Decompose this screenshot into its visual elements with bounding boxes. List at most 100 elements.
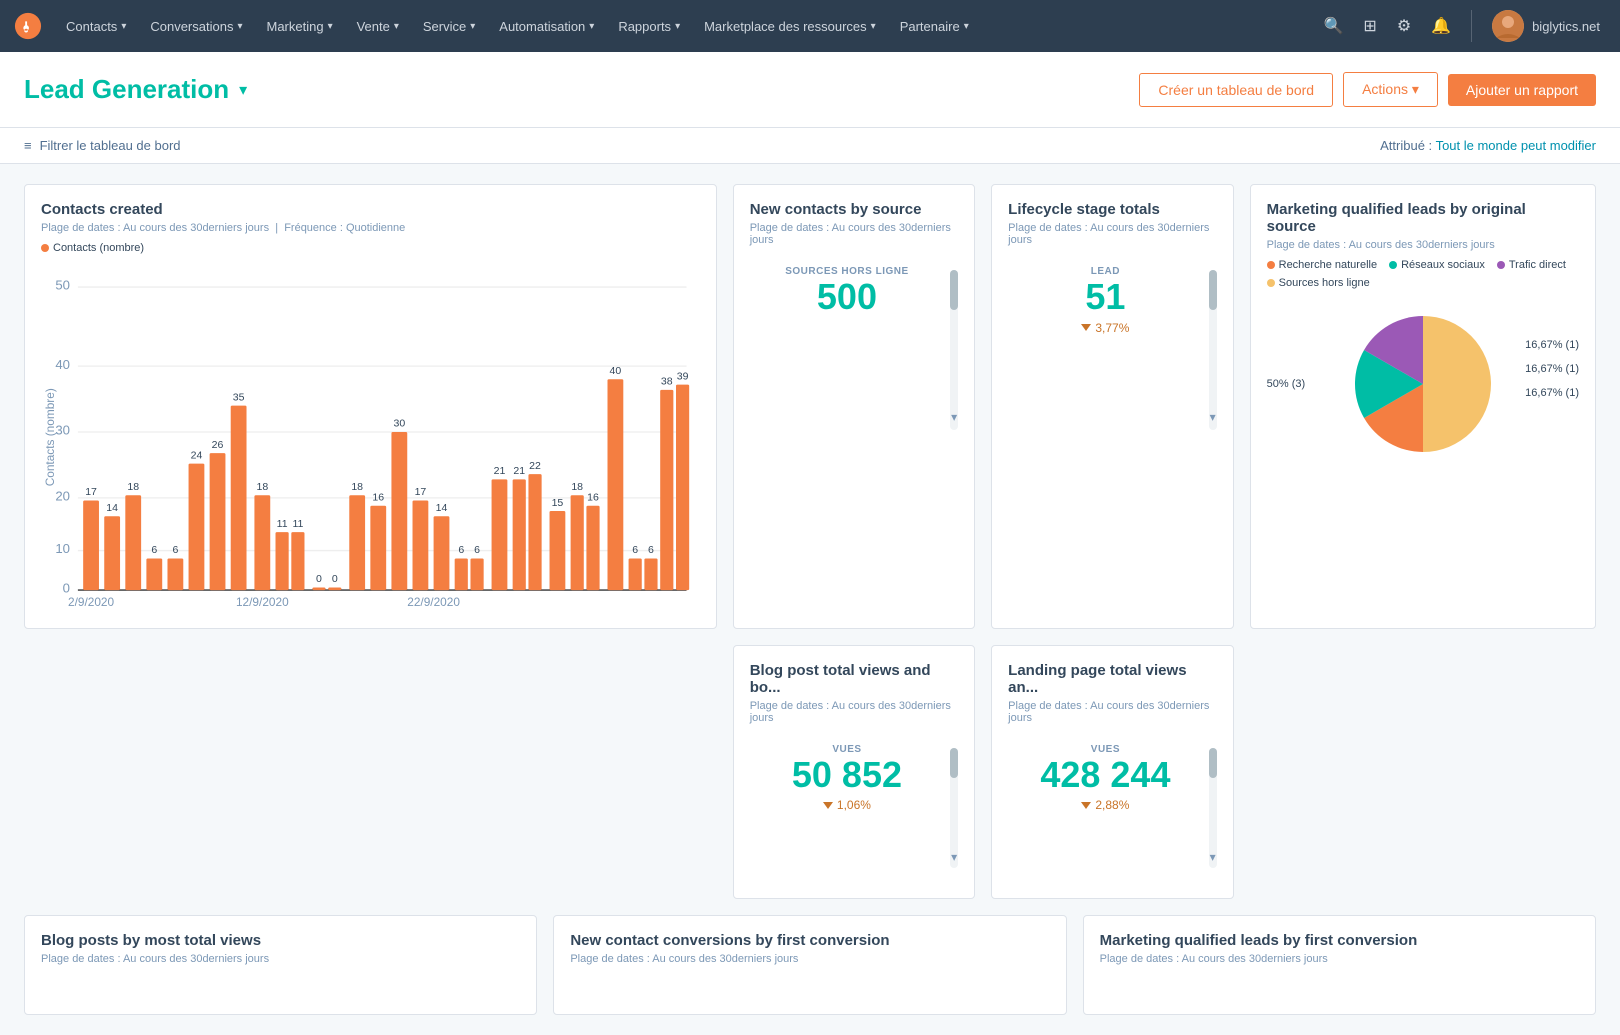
svg-text:17: 17 <box>415 486 427 498</box>
svg-text:21: 21 <box>513 465 525 477</box>
svg-text:6: 6 <box>172 544 178 556</box>
legend-item: Réseaux sociaux <box>1389 259 1485 271</box>
metric-value: 51 <box>1008 277 1202 317</box>
svg-text:24: 24 <box>191 449 203 461</box>
card-title: Landing page total views an... <box>1008 662 1216 696</box>
svg-text:Contacts (nombre): Contacts (nombre) <box>43 388 57 486</box>
nav-automatisation[interactable]: Automatisation ▾ <box>489 13 604 40</box>
chevron-down-icon: ▾ <box>675 21 680 32</box>
pie-chart <box>1338 299 1508 469</box>
chevron-down-icon: ▾ <box>871 21 876 32</box>
svg-text:6: 6 <box>648 544 654 556</box>
hubspot-logo[interactable] <box>12 10 44 42</box>
svg-text:14: 14 <box>106 502 118 514</box>
legend-dot <box>41 244 49 252</box>
legend-dot <box>1267 279 1275 287</box>
svg-text:20: 20 <box>55 489 70 504</box>
actions-button[interactable]: Actions ▾ <box>1343 72 1438 107</box>
header-actions: Créer un tableau de bord Actions ▾ Ajout… <box>1139 72 1596 107</box>
metric-value: 428 244 <box>1008 755 1202 795</box>
create-dashboard-button[interactable]: Créer un tableau de bord <box>1139 73 1333 107</box>
svg-text:11: 11 <box>277 518 288 530</box>
card-subtitle: Plage de dates : Au cours des 30derniers… <box>750 222 958 246</box>
svg-text:40: 40 <box>610 365 622 377</box>
metric-change: 1,06% <box>750 798 944 812</box>
svg-text:6: 6 <box>632 544 638 556</box>
nav-conversations[interactable]: Conversations ▾ <box>140 13 252 40</box>
legend-item: Sources hors ligne <box>1267 277 1370 289</box>
card-title: Lifecycle stage totals <box>1008 201 1216 218</box>
svg-text:2/9/2020: 2/9/2020 <box>68 595 115 609</box>
svg-text:11: 11 <box>292 518 303 530</box>
notification-icon[interactable]: 🔔 <box>1423 10 1459 42</box>
nav-icon-group: 🔍 ⊞ ⚙ 🔔 <box>1315 10 1459 42</box>
landing-views-card: Landing page total views an... Plage de … <box>991 645 1233 899</box>
svg-text:26: 26 <box>212 439 224 451</box>
bottom-card-3: Marketing qualified leads by first conve… <box>1083 915 1596 1015</box>
contacts-created-card: Contacts created Plage de dates : Au cou… <box>24 184 717 629</box>
attribution-link[interactable]: Tout le monde peut modifier <box>1436 138 1596 153</box>
card-subtitle: Plage de dates : Au cours des 30derniers… <box>750 700 958 724</box>
nav-partenaire[interactable]: Partenaire ▾ <box>890 13 979 40</box>
legend-contacts: Contacts (nombre) <box>41 242 144 254</box>
chevron-down-icon: ▾ <box>237 21 242 32</box>
svg-text:38: 38 <box>661 376 673 388</box>
bottom-row: Blog posts by most total views Plage de … <box>24 915 1596 1015</box>
card-title: Contacts created <box>41 201 700 218</box>
new-contacts-card: New contacts by source Plage de dates : … <box>733 184 975 629</box>
bottom-card-2: New contact conversions by first convers… <box>553 915 1066 1015</box>
nav-service[interactable]: Service ▾ <box>413 13 485 40</box>
chevron-down-icon: ▾ <box>964 21 969 32</box>
title-dropdown-icon[interactable]: ▾ <box>239 80 247 100</box>
nav-rapports[interactable]: Rapports ▾ <box>608 13 690 40</box>
search-icon[interactable]: 🔍 <box>1315 10 1351 42</box>
nav-contacts[interactable]: Contacts ▾ <box>56 13 136 40</box>
svg-text:30: 30 <box>393 418 405 430</box>
svg-text:0: 0 <box>316 573 322 585</box>
svg-text:16: 16 <box>372 492 384 504</box>
grid-icon[interactable]: ⊞ <box>1355 10 1384 42</box>
metric-value: 50 852 <box>750 755 944 795</box>
card-subtitle: Plage de dates : Au cours des 30derniers… <box>1100 953 1579 965</box>
svg-text:15: 15 <box>552 497 564 509</box>
svg-text:35: 35 <box>233 391 245 403</box>
nav-marketing[interactable]: Marketing ▾ <box>256 13 342 40</box>
metric-change: 3,77% <box>1008 321 1202 335</box>
svg-text:40: 40 <box>55 357 70 372</box>
chevron-down-icon: ▾ <box>328 21 333 32</box>
chevron-down-icon: ▾ <box>589 21 594 32</box>
filter-icon: ≡ <box>24 138 32 153</box>
bottom-card-1: Blog posts by most total views Plage de … <box>24 915 537 1015</box>
legend-item: Recherche naturelle <box>1267 259 1377 271</box>
svg-text:39: 39 <box>677 370 689 382</box>
user-menu[interactable]: biglytics.net <box>1484 6 1608 46</box>
chevron-down-icon: ▾ <box>121 21 126 32</box>
add-report-button[interactable]: Ajouter un rapport <box>1448 74 1596 106</box>
metric-value: 500 <box>750 277 944 317</box>
svg-text:18: 18 <box>127 481 139 493</box>
svg-text:21: 21 <box>494 465 506 477</box>
svg-text:22/9/2020: 22/9/2020 <box>407 595 460 609</box>
svg-text:6: 6 <box>474 544 480 556</box>
svg-text:18: 18 <box>351 481 363 493</box>
legend-dot <box>1497 261 1505 269</box>
card-subtitle: Plage de dates : Au cours des 30derniers… <box>1008 700 1216 724</box>
mql-card: Marketing qualified leads by original so… <box>1250 184 1596 629</box>
lifecycle-card: Lifecycle stage totals Plage de dates : … <box>991 184 1233 629</box>
nav-vente[interactable]: Vente ▾ <box>347 13 409 40</box>
card-subtitle: Plage de dates : Au cours des 30derniers… <box>41 222 700 234</box>
svg-text:17: 17 <box>85 486 97 498</box>
trend-down-icon <box>1081 802 1091 809</box>
card-title: New contact conversions by first convers… <box>570 932 1049 949</box>
filter-button[interactable]: ≡ Filtrer le tableau de bord <box>24 138 181 153</box>
metric-change: 2,88% <box>1008 798 1202 812</box>
top-navigation: Contacts ▾ Conversations ▾ Marketing ▾ V… <box>0 0 1620 52</box>
svg-text:16: 16 <box>587 492 599 504</box>
svg-text:14: 14 <box>436 502 448 514</box>
svg-text:18: 18 <box>256 481 268 493</box>
settings-icon[interactable]: ⚙ <box>1389 10 1419 42</box>
svg-text:22: 22 <box>529 460 541 472</box>
nav-marketplace[interactable]: Marketplace des ressources ▾ <box>694 13 886 40</box>
filter-bar: ≡ Filtrer le tableau de bord Attribué : … <box>0 128 1620 164</box>
svg-text:50: 50 <box>55 278 70 293</box>
